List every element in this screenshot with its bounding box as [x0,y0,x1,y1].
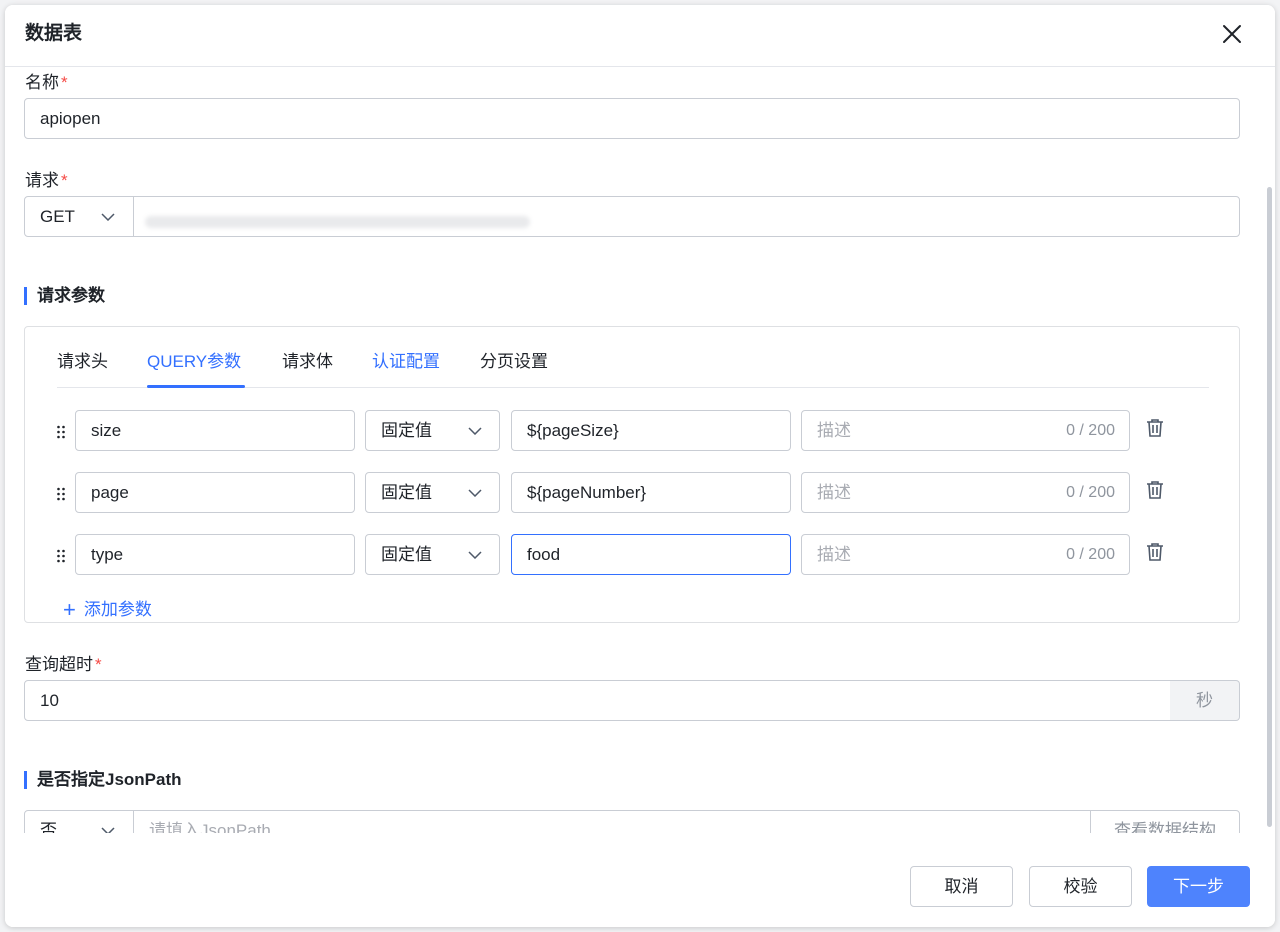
char-counter: 0 / 200 [1066,422,1115,439]
char-counter: 0 / 200 [1066,484,1115,501]
add-param-button[interactable]: + 添加参数 [63,595,152,623]
validate-button[interactable]: 校验 [1029,866,1132,907]
required-mark: * [61,171,68,190]
description-placeholder: 描述 [817,483,851,502]
param-type-select[interactable]: 固定值 [365,472,500,513]
required-mark: * [95,655,102,674]
jsonpath-placeholder: 请填入JsonPath [149,821,271,833]
jsonpath-input[interactable]: 请填入JsonPath [133,810,1091,833]
chevron-down-icon [468,427,482,435]
plus-icon: + [63,597,76,622]
scrollbar[interactable] [1267,187,1272,827]
name-input[interactable]: apiopen [24,98,1240,139]
char-counter: 0 / 200 [1066,546,1115,563]
param-type-select[interactable]: 固定值 [365,534,500,575]
param-value-input[interactable]: food [511,534,791,575]
view-data-structure-label: 查看数据结构 [1114,821,1216,833]
trash-icon[interactable] [1146,542,1164,562]
chevron-down-icon [468,489,482,497]
close-icon[interactable] [1219,21,1245,47]
view-data-structure-button[interactable]: 查看数据结构 [1090,810,1240,833]
trash-icon[interactable] [1146,480,1164,500]
timeout-label: 查询超时 * [25,655,102,674]
param-type-value: 固定值 [381,483,432,502]
param-description-input[interactable]: 描述 0 / 200 [801,534,1130,575]
chevron-down-icon [101,213,115,221]
param-value-input[interactable]: ${pageNumber} [511,472,791,513]
name-value: apiopen [40,109,101,128]
dialog-footer: 取消 校验 下一步 [5,833,1275,927]
name-label: 名称 * [25,73,68,92]
add-param-label: 添加参数 [83,600,152,619]
param-value-value: ${pageSize} [527,421,619,440]
param-type-value: 固定值 [381,545,432,564]
param-key-value: type [91,545,124,564]
param-key-value: page [91,483,129,502]
param-type-value: 固定值 [381,421,432,440]
dialog-title: 数据表 [25,23,83,44]
param-value-value: food [527,545,561,564]
description-placeholder: 描述 [817,421,851,440]
jsonpath-select[interactable]: 否 [24,810,134,833]
param-key-value: size [91,421,122,440]
trash-icon[interactable] [1146,418,1164,438]
param-value-input[interactable]: ${pageSize} [511,410,791,451]
next-step-button[interactable]: 下一步 [1147,866,1250,907]
dialog-body: 名称 * apiopen 请求 * GET 请求参数 请求头 QUERY参数 请求体… [5,67,1275,833]
tab-auth-config[interactable]: 认证配置 [372,347,440,372]
param-key-input[interactable]: size [75,410,355,451]
tab-request-headers[interactable]: 请求头 [57,347,108,372]
params-section-title: 请求参数 [24,287,105,305]
data-table-dialog: 数据表 名称 * apiopen 请求 * GET 请求参数 请求头 QUERY参数… [5,5,1275,927]
request-label: 请求 * [25,171,68,190]
required-mark: * [61,73,68,92]
description-placeholder: 描述 [817,545,851,564]
jsonpath-section-title: 是否指定JsonPath [24,771,182,789]
dialog-header: 数据表 [5,5,1275,67]
param-key-input[interactable]: type [75,534,355,575]
param-description-input[interactable]: 描述 0 / 200 [801,472,1130,513]
tab-pagination[interactable]: 分页设置 [480,347,548,372]
timeout-unit: 秒 [1170,680,1240,721]
param-value-value: ${pageNumber} [527,483,647,502]
method-select[interactable]: GET [24,196,134,237]
tab-request-body[interactable]: 请求体 [282,347,333,372]
param-key-input[interactable]: page [75,472,355,513]
drag-handle-icon[interactable] [56,425,66,439]
param-type-select[interactable]: 固定值 [365,410,500,451]
jsonpath-select-value: 否 [40,821,57,833]
drag-handle-icon[interactable] [56,487,66,501]
method-value: GET [40,207,75,226]
active-tab-indicator [147,385,245,388]
cancel-button[interactable]: 取消 [910,866,1013,907]
redacted-url [145,216,530,228]
param-description-input[interactable]: 描述 0 / 200 [801,410,1130,451]
chevron-down-icon [468,551,482,559]
tab-query-params[interactable]: QUERY参数 [147,347,241,372]
drag-handle-icon[interactable] [56,549,66,563]
timeout-value: 10 [40,691,59,710]
timeout-input[interactable]: 10 [24,680,1171,721]
